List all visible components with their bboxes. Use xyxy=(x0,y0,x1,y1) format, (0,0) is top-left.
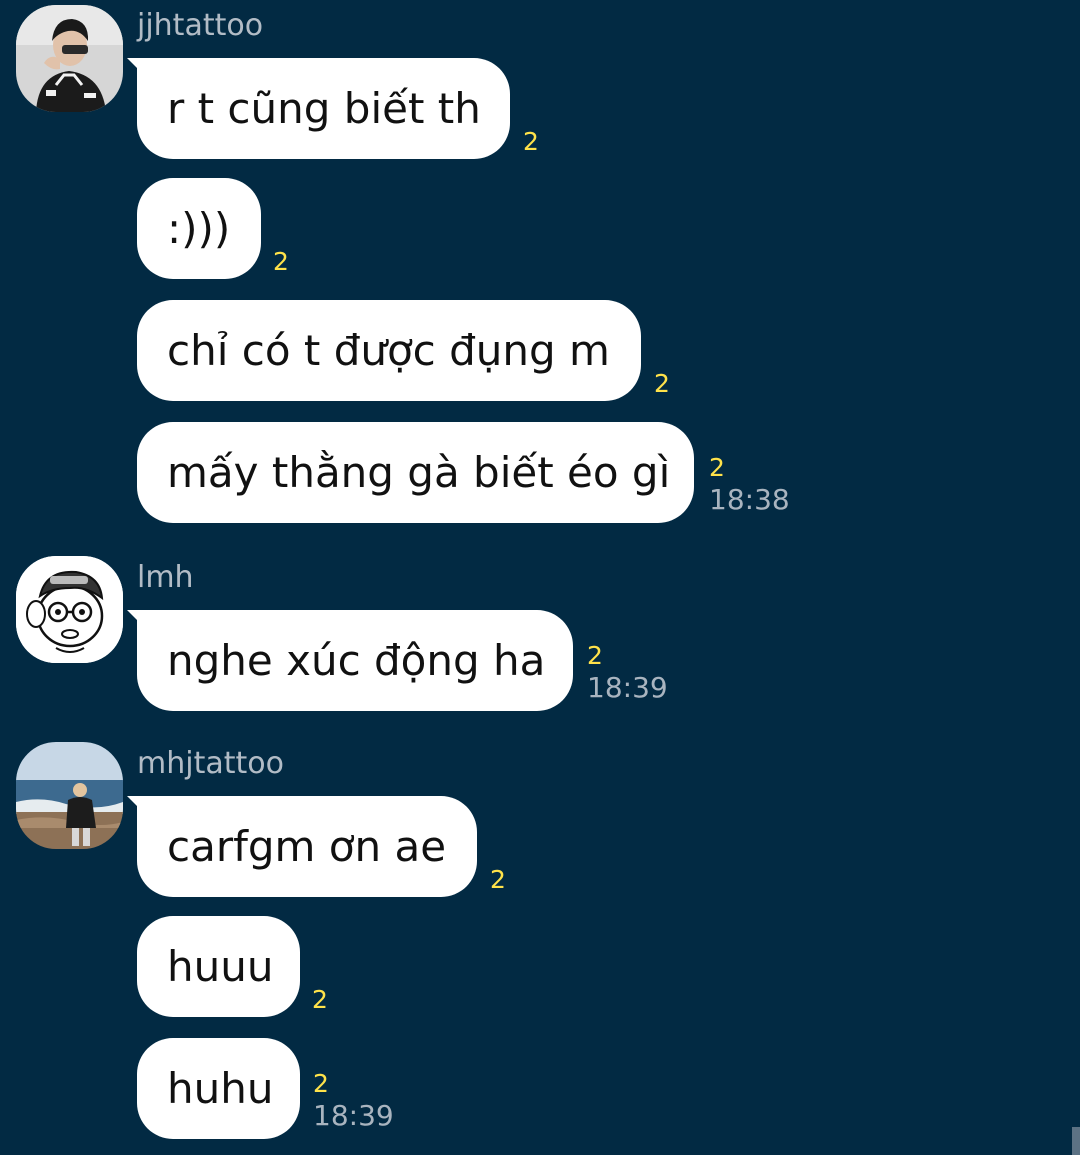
message-bubble[interactable]: huuu xyxy=(137,916,300,1017)
timestamp: 18:39 xyxy=(313,1099,394,1132)
unread-count: 2 xyxy=(273,247,289,276)
message-text: nghe xúc động ha xyxy=(167,636,546,685)
message-meta: 2 xyxy=(654,369,670,399)
message-meta: 2 xyxy=(312,985,328,1015)
message-bubble[interactable]: r t cũng biết th xyxy=(137,58,510,159)
message-meta: 2 18:39 xyxy=(587,641,668,705)
message-bubble[interactable]: :))) xyxy=(137,178,261,279)
message-meta: 2 xyxy=(523,127,539,157)
message-bubble[interactable]: mấy thằng gà biết éo gì xyxy=(137,422,694,523)
unread-count: 2 xyxy=(523,127,539,156)
message-meta: 2 xyxy=(273,247,289,277)
beach-photo-avatar-icon xyxy=(16,742,123,849)
message-bubble[interactable]: carfgm ơn ae xyxy=(137,796,477,897)
sender-name: jjhtattoo xyxy=(137,8,264,43)
message-text: huuu xyxy=(167,942,274,991)
sender-name: mhjtattoo xyxy=(137,746,284,781)
message-text: mấy thằng gà biết éo gì xyxy=(167,448,671,497)
message-text: r t cũng biết th xyxy=(167,84,481,133)
user-photo-avatar-icon xyxy=(16,5,123,112)
sender-name: lmh xyxy=(137,560,194,595)
message-text: chỉ có t được đụng m xyxy=(167,326,610,375)
scrollbar-thumb[interactable] xyxy=(1072,1127,1080,1155)
message-bubble[interactable]: huhu xyxy=(137,1038,300,1139)
message-bubble[interactable]: nghe xúc động ha xyxy=(137,610,573,711)
cartoon-face-avatar-icon xyxy=(16,556,123,663)
message-text: huhu xyxy=(167,1064,274,1113)
unread-count: 2 xyxy=(313,1069,329,1098)
unread-count: 2 xyxy=(709,453,725,482)
avatar[interactable] xyxy=(16,5,123,112)
unread-count: 2 xyxy=(490,865,506,894)
message-meta: 2 18:38 xyxy=(709,453,790,517)
message-text: carfgm ơn ae xyxy=(167,822,447,871)
timestamp: 18:38 xyxy=(709,483,790,516)
unread-count: 2 xyxy=(587,641,603,670)
message-meta: 2 18:39 xyxy=(313,1069,394,1133)
message-bubble[interactable]: chỉ có t được đụng m xyxy=(137,300,641,401)
timestamp: 18:39 xyxy=(587,671,668,704)
avatar[interactable] xyxy=(16,556,123,663)
unread-count: 2 xyxy=(654,369,670,398)
unread-count: 2 xyxy=(312,985,328,1014)
message-meta: 2 xyxy=(490,865,506,895)
message-text: :))) xyxy=(167,204,231,253)
avatar[interactable] xyxy=(16,742,123,849)
